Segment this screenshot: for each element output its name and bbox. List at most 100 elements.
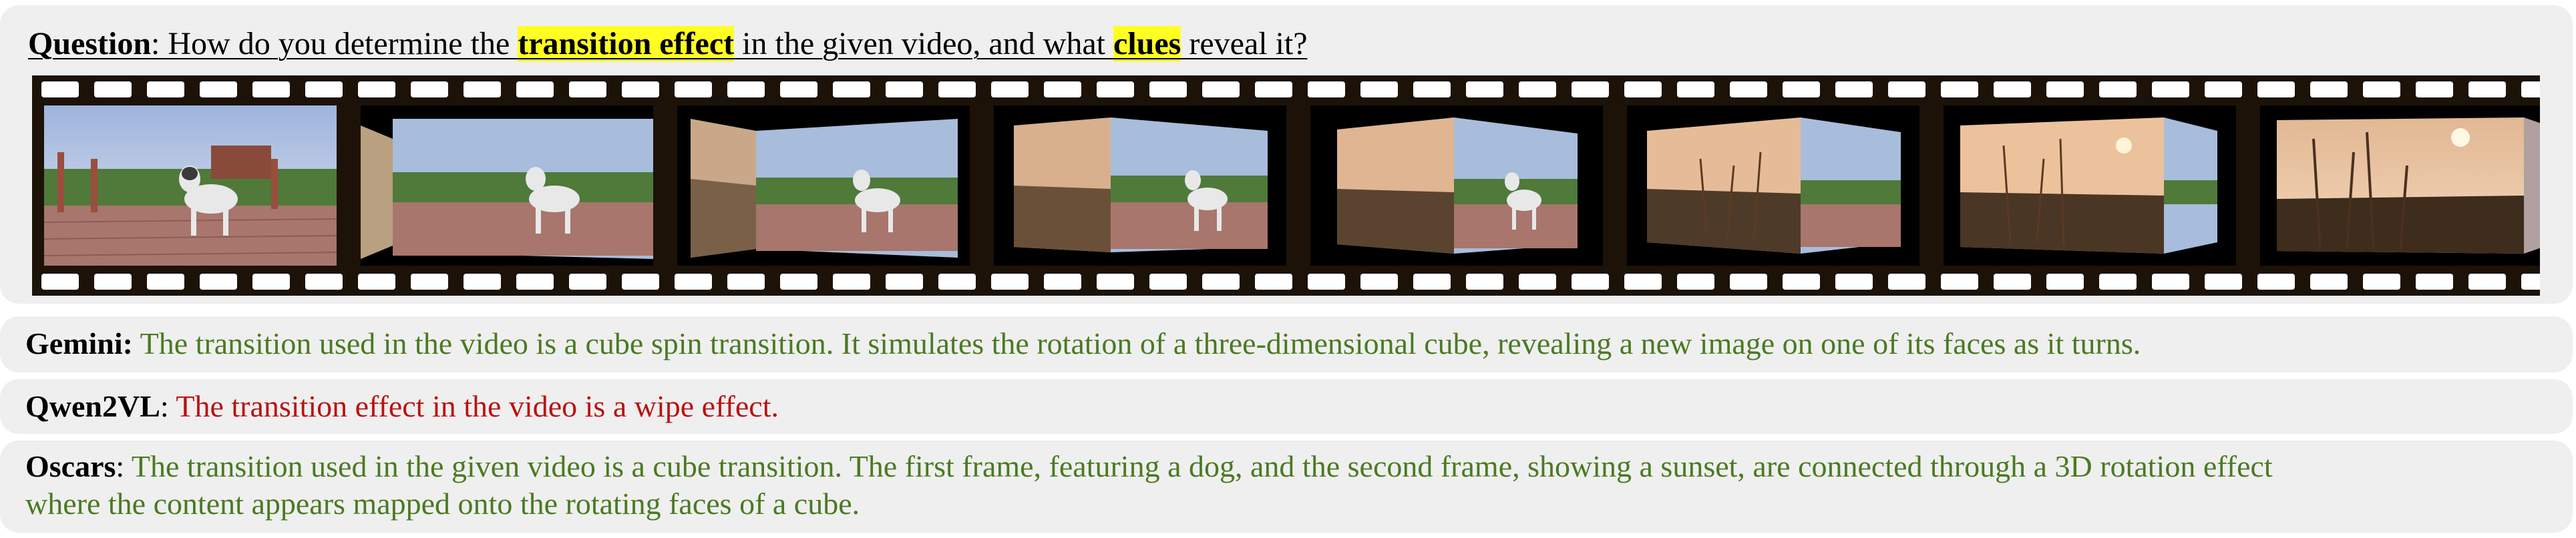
sprocket-hole (1572, 81, 1609, 97)
sprocket-hole (516, 274, 554, 290)
question-text: Question: How do you determine the trans… (28, 25, 1308, 62)
sprocket-hole (1677, 274, 1714, 290)
sprocket-hole (991, 81, 1029, 97)
sprocket-hole (938, 81, 976, 97)
sprocket-hole (2257, 274, 2295, 290)
video-frame-7 (1944, 105, 2236, 266)
sprocket-hole (1624, 81, 1662, 97)
sprocket-hole (305, 81, 343, 97)
sprocket-hole (1466, 81, 1503, 97)
sprocket-hole (1783, 81, 1820, 97)
sprocket-hole (1255, 81, 1292, 97)
gemini-answer-text: The transition used in the video is a cu… (132, 326, 2141, 360)
oscars-answer-text-1: The transition used in the given video i… (124, 449, 2273, 483)
video-frame-5 (1310, 105, 1603, 266)
sprocket-hole (1202, 81, 1240, 97)
sprocket-hole (1888, 274, 1925, 290)
sprocket-hole (1360, 81, 1398, 97)
video-frame-6 (1627, 105, 1919, 266)
sprocket-hole (569, 274, 606, 290)
sprocket-hole (464, 274, 501, 290)
sprocket-hole (2310, 274, 2348, 290)
sprocket-hole (886, 81, 923, 97)
sprocket-hole (305, 274, 343, 290)
sprocket-hole (41, 274, 79, 290)
sprocket-hole (2416, 81, 2453, 97)
sprocket-hole (780, 274, 817, 290)
sprocket-hole (2046, 274, 2084, 290)
sprocket-hole (1888, 81, 1925, 97)
highlight-transition-effect: transition effect (518, 26, 735, 61)
sprocket-hole (94, 274, 132, 290)
oscars-answer-panel: Oscars: The transition used in the given… (0, 441, 2573, 533)
sprocket-hole (1941, 274, 1978, 290)
sprocket-hole (938, 274, 976, 290)
sprocket-hole (2310, 81, 2348, 97)
sprocket-hole (2099, 81, 2137, 97)
sprocket-hole (147, 81, 184, 97)
sprocket-hole (147, 274, 184, 290)
sprocket-hole (1994, 274, 2031, 290)
highlight-clues: clues (1113, 26, 1181, 61)
sprocket-hole (1097, 81, 1134, 97)
qwen-label: Qwen2VL (25, 389, 160, 423)
sprocket-hole (1202, 274, 1240, 290)
sprocket-hole (2468, 274, 2506, 290)
video-frame-8 (2260, 105, 2540, 266)
sprocket-hole (358, 81, 395, 97)
sprocket-hole (516, 81, 554, 97)
sprocket-hole (1730, 274, 1767, 290)
sprocket-hole (833, 81, 870, 97)
sprocket-hole (1572, 274, 1609, 290)
sprocket-hole (252, 81, 290, 97)
question-text-part-1: : How do you determine the (151, 26, 518, 61)
sprocket-hole (464, 81, 501, 97)
sprocket-hole (2363, 274, 2400, 290)
oscars-colon: : (116, 449, 125, 483)
gemini-label: Gemini: (25, 326, 133, 360)
sprocket-hole (411, 274, 448, 290)
sprocket-hole (1677, 81, 1714, 97)
sprocket-hole (622, 274, 659, 290)
sprocket-hole (2152, 81, 2189, 97)
sprocket-hole (780, 81, 817, 97)
oscars-answer-line-2: where the content appears mapped onto th… (25, 487, 860, 521)
sprocket-hole (2205, 81, 2242, 97)
video-filmstrip (32, 75, 2540, 296)
sprocket-hole (727, 81, 765, 97)
sprocket-hole (358, 274, 395, 290)
sprocket-hole (2416, 274, 2453, 290)
sprocket-hole (41, 81, 79, 97)
sprocket-hole (2363, 81, 2400, 97)
sprocket-hole (622, 81, 659, 97)
gemini-answer-panel: Gemini: The transition used in the video… (0, 316, 2573, 372)
video-frame-3 (677, 105, 970, 266)
sprocket-hole (675, 81, 712, 97)
sprocket-holes-bottom (32, 274, 2540, 290)
sprocket-hole (2205, 274, 2242, 290)
sprocket-hole (94, 81, 132, 97)
sprocket-hole (1413, 81, 1451, 97)
sprocket-hole (991, 274, 1029, 290)
sprocket-hole (1360, 274, 1398, 290)
video-frame-4 (994, 105, 1286, 266)
sprocket-hole (252, 274, 290, 290)
sprocket-hole (2257, 81, 2295, 97)
sprocket-hole (2468, 81, 2506, 97)
qwen-answer: Qwen2VL: The transition effect in the vi… (25, 388, 779, 424)
sprocket-hole (1149, 81, 1187, 97)
question-text-part-2: in the given video, and what (734, 26, 1114, 61)
sprocket-hole (411, 81, 448, 97)
sprocket-hole (1835, 274, 1873, 290)
sprocket-holes-top (32, 81, 2540, 97)
sprocket-hole (569, 81, 606, 97)
sprocket-hole (1466, 274, 1503, 290)
sprocket-hole (886, 274, 923, 290)
sprocket-hole (200, 81, 237, 97)
sprocket-hole (727, 274, 765, 290)
question-text-part-3: reveal it? (1181, 26, 1308, 61)
qwen-answer-panel: Qwen2VL: The transition effect in the vi… (0, 379, 2573, 434)
sprocket-hole (1044, 81, 1081, 97)
sprocket-hole (1835, 81, 1873, 97)
sprocket-hole (1097, 274, 1134, 290)
